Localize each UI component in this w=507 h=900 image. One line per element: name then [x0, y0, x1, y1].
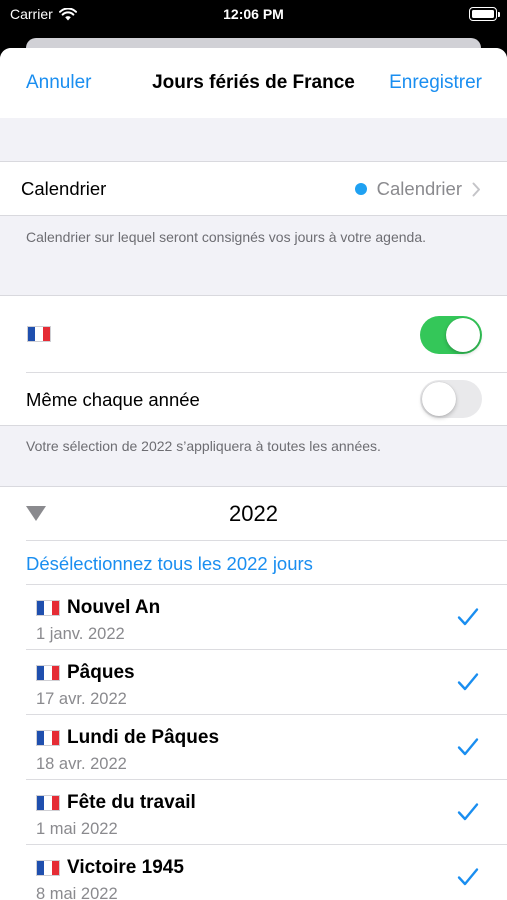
holiday-name: Pâques — [36, 662, 135, 684]
holiday-name: Fête du travail — [36, 792, 196, 814]
france-flag-icon — [36, 795, 60, 811]
holiday-date: 1 janv. 2022 — [36, 625, 125, 643]
holiday-name: Lundi de Pâques — [36, 727, 219, 749]
country-row — [0, 296, 507, 373]
holidays-sheet: Annuler Jours fériés de France Enregistr… — [0, 48, 507, 900]
same-each-year-toggle[interactable] — [420, 380, 482, 418]
holiday-title: Pâques — [67, 662, 135, 683]
holiday-date: 17 avr. 2022 — [36, 690, 127, 708]
year-header-row: 2022 — [0, 487, 507, 541]
same-each-year-footnote: Votre sélection de 2022 s’appliquera à t… — [26, 438, 381, 454]
holiday-date: 1 mai 2022 — [36, 820, 118, 838]
year-section: 2022 Désélectionnez tous les 2022 jours … — [0, 486, 507, 900]
holiday-row[interactable]: Nouvel An 1 janv. 2022 — [0, 585, 507, 650]
holiday-date: 8 mai 2022 — [36, 885, 118, 900]
save-button[interactable]: Enregistrer — [389, 72, 482, 94]
calendar-picker[interactable]: Calendrier — [354, 178, 481, 200]
same-each-year-row: Même chaque année — [0, 373, 507, 425]
same-each-year-label: Même chaque année — [26, 389, 200, 410]
calendar-value: Calendrier — [376, 178, 462, 199]
france-flag-icon — [36, 730, 60, 746]
holiday-row[interactable]: Victoire 1945 8 mai 2022 — [0, 845, 507, 900]
deselect-all-button[interactable]: Désélectionnez tous les 2022 jours — [26, 553, 313, 575]
holiday-name: Victoire 1945 — [36, 857, 184, 879]
holiday-row[interactable]: Pâques 17 avr. 2022 — [0, 650, 507, 715]
calendar-footnote: Calendrier sur lequel seront consignés v… — [26, 229, 427, 245]
navigation-bar: Annuler Jours fériés de France Enregistr… — [0, 48, 507, 118]
checkmark-icon[interactable] — [457, 867, 479, 887]
calendar-row[interactable]: Calendrier Calendrier — [0, 162, 507, 215]
chevron-right-icon — [472, 182, 480, 196]
deselect-row: Désélectionnez tous les 2022 jours — [0, 541, 507, 585]
holiday-title: Lundi de Pâques — [67, 727, 220, 748]
options-section: Même chaque année — [0, 295, 507, 426]
holiday-row[interactable]: Fête du travail 1 mai 2022 — [0, 780, 507, 845]
calendar-section: Calendrier Calendrier — [0, 161, 507, 216]
france-flag-icon — [36, 665, 60, 681]
year-label: 2022 — [229, 501, 278, 526]
holiday-date: 18 avr. 2022 — [36, 755, 127, 773]
status-time: 12:06 PM — [223, 6, 284, 22]
battery-icon — [469, 7, 500, 21]
france-flag-icon — [27, 326, 51, 342]
checkmark-icon[interactable] — [457, 607, 479, 627]
checkmark-icon[interactable] — [457, 672, 479, 692]
calendar-label: Calendrier — [21, 178, 107, 199]
checkmark-icon[interactable] — [457, 737, 479, 757]
country-toggle[interactable] — [420, 316, 482, 354]
holiday-name: Nouvel An — [36, 597, 160, 619]
calendar-color-dot — [354, 183, 367, 195]
cancel-button[interactable]: Annuler — [26, 72, 92, 94]
holiday-title: Victoire 1945 — [67, 857, 184, 878]
status-bar: Carrier 12:06 PM — [0, 0, 507, 30]
holiday-row[interactable]: Lundi de Pâques 18 avr. 2022 — [0, 715, 507, 780]
france-flag-icon — [36, 600, 60, 616]
checkmark-icon[interactable] — [457, 802, 479, 822]
holiday-title: Nouvel An — [67, 597, 161, 618]
holiday-title: Fête du travail — [67, 792, 196, 813]
france-flag-icon — [36, 860, 60, 876]
